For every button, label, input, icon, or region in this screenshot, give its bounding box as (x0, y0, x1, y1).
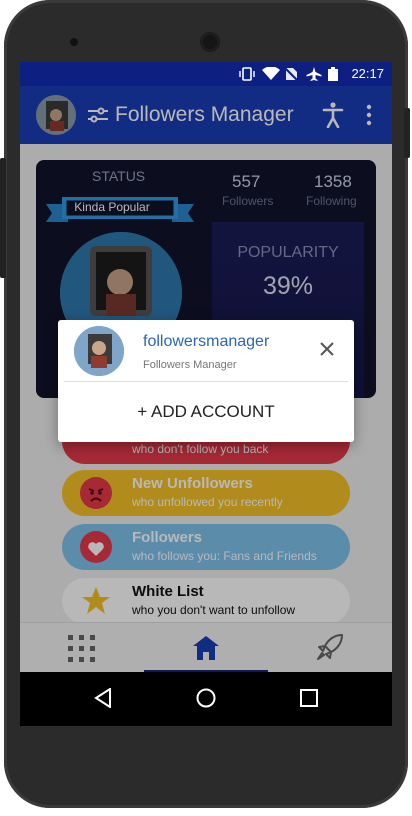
dialog-app-name: Followers Manager (143, 359, 237, 371)
home-circle-icon[interactable] (196, 688, 216, 708)
airplane-mode-icon (306, 67, 322, 81)
front-camera (70, 38, 78, 46)
power-button (404, 108, 410, 158)
volume-button (0, 158, 6, 278)
earpiece-speaker (200, 32, 220, 52)
dialog-username[interactable]: followersmanager (143, 333, 269, 351)
screen: 22:17 Followers Manager STATUS Kinda Pop… (20, 62, 392, 672)
wifi-icon (262, 67, 280, 80)
system-nav-bar (20, 672, 392, 726)
add-account-button[interactable]: + ADD ACCOUNT (58, 402, 354, 422)
back-icon[interactable] (94, 688, 112, 708)
no-sim-icon (284, 67, 298, 81)
battery-icon (328, 67, 338, 81)
status-bar: 22:17 (20, 62, 392, 86)
close-icon[interactable] (320, 342, 334, 356)
dialog-account-avatar (74, 326, 124, 376)
status-time: 22:17 (351, 66, 384, 81)
vibrate-icon (239, 67, 255, 81)
recents-icon[interactable] (300, 689, 318, 707)
account-dialog: followersmanager Followers Manager + ADD… (58, 320, 354, 442)
dialog-divider (64, 381, 348, 382)
